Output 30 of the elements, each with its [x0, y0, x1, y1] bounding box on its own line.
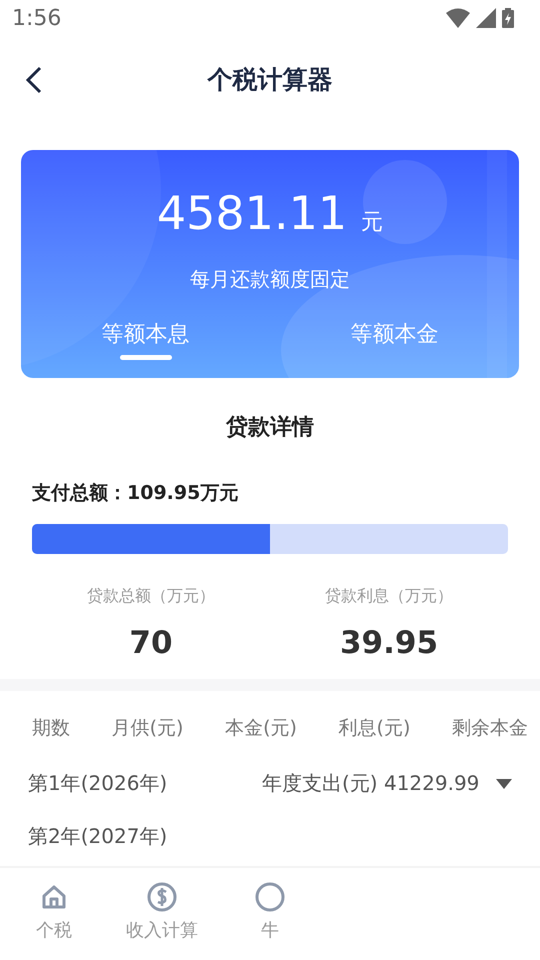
column-header: 月供(元) [112, 716, 184, 741]
tab-bar-item[interactable]: 收入计算 [108, 868, 216, 952]
signal-icon [476, 8, 496, 28]
dollar-icon [147, 882, 177, 912]
stat-label: 贷款利息（万元） [325, 586, 453, 607]
repayment-tab[interactable]: 等额本息 [21, 319, 270, 360]
repayment-note: 每月还款额度固定 [190, 266, 350, 293]
page-title: 个税计算器 [208, 64, 332, 96]
stat-label: 贷款总额（万元） [87, 586, 215, 607]
currency-unit: 元 [361, 209, 384, 237]
stat-value: 39.95 [340, 625, 438, 661]
tab-bar-item[interactable]: 个税 [0, 868, 108, 952]
repayment-tab[interactable]: 等额本金 [270, 319, 519, 360]
section-title: 贷款详情 [224, 414, 315, 442]
dropdown-caret-icon[interactable] [496, 778, 512, 790]
period-label: 第2年(2027年) [28, 823, 168, 850]
period-label: 第1年(2026年) [28, 770, 168, 797]
battery-icon [502, 8, 514, 28]
column-header: 剩余本金 [452, 716, 528, 741]
tab-bar-item[interactable]: 牛 [216, 868, 324, 952]
column-header: 利息(元) [338, 716, 410, 741]
column-header: 期数 [32, 716, 70, 741]
wifi-icon [446, 8, 470, 28]
stat-value: 70 [129, 625, 173, 661]
column-header: 本金(元) [225, 716, 297, 741]
total-payment: 支付总额：109.95万元 [32, 481, 240, 506]
annual-expense: 年度支出(元) 41229.99 [262, 770, 480, 797]
status-time: 1:56 [12, 6, 62, 30]
circle-icon [255, 882, 285, 912]
monthly-amount: 4581.11 [156, 186, 348, 240]
